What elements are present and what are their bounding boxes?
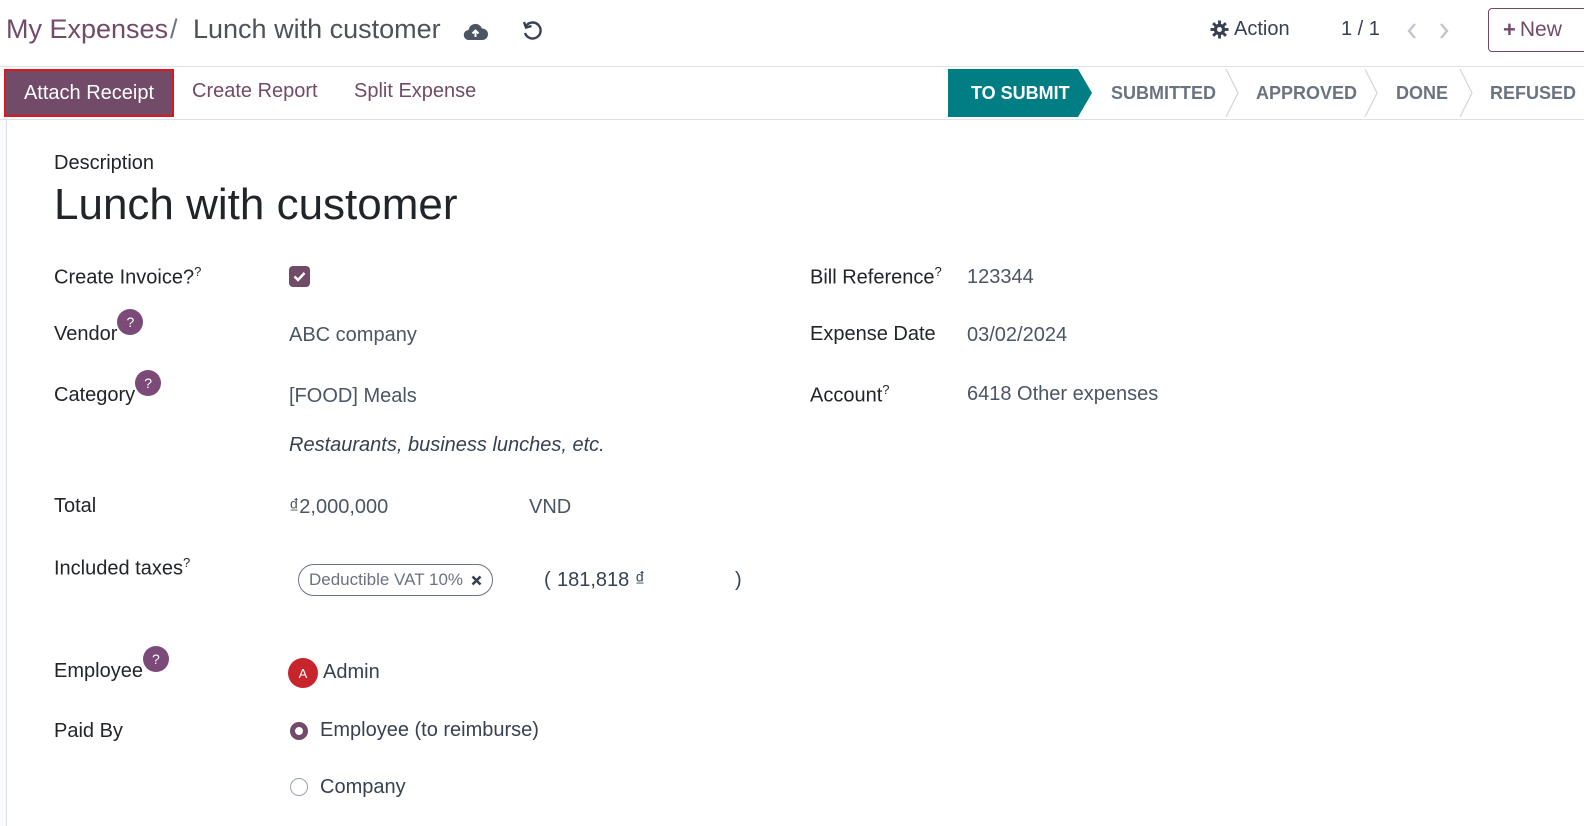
tax-close-paren: ) <box>735 569 742 591</box>
currency-field[interactable]: VND <box>529 496 571 519</box>
bill-reference-field[interactable]: 123344 <box>967 266 1034 289</box>
account-label: Account? <box>810 382 890 407</box>
help-badge-icon[interactable]: ? <box>117 309 144 335</box>
total-label: Total <box>54 495 97 517</box>
tax-amount: 181,818 ₫ <box>557 569 646 591</box>
category-label: Category? <box>54 370 162 410</box>
chevron-left-icon[interactable] <box>1401 18 1423 44</box>
help-mark[interactable]: ? <box>183 555 190 570</box>
action-label: Action <box>1234 18 1290 40</box>
help-mark[interactable]: ? <box>194 264 201 279</box>
new-label: New <box>1519 18 1562 41</box>
create-invoice-label: Create Invoice?? <box>54 264 202 289</box>
description-field[interactable]: Lunch with customer <box>54 180 458 230</box>
avatar: A <box>288 658 318 688</box>
account-field[interactable]: 6418 Other expenses <box>967 383 1158 406</box>
tax-open-paren: ( <box>544 569 551 591</box>
paid-by-employee-radio[interactable] <box>290 722 308 740</box>
status-stage-approved[interactable]: APPROVED <box>1256 69 1357 117</box>
action-menu-button[interactable]: Action <box>1210 18 1290 41</box>
pager-value[interactable]: 1 / 1 <box>1341 18 1380 41</box>
status-stage-to-submit[interactable]: TO SUBMIT <box>971 69 1070 117</box>
status-divider <box>1225 69 1239 117</box>
new-button[interactable]: + New <box>1488 8 1584 52</box>
vendor-field[interactable]: ABC company <box>289 324 417 347</box>
breadcrumb-my-expenses[interactable]: My Expenses <box>6 14 168 45</box>
included-taxes-label: Included taxes? <box>54 555 191 580</box>
paid-by-company-radio[interactable] <box>290 778 308 796</box>
help-badge-icon[interactable]: ? <box>142 646 169 672</box>
employee-field[interactable]: Admin <box>323 661 380 684</box>
cloud-upload-icon[interactable] <box>462 20 488 44</box>
status-divider <box>1459 69 1473 117</box>
category-description: Restaurants, business lunches, etc. <box>289 434 605 456</box>
chevron-right-icon[interactable] <box>1433 18 1455 44</box>
status-divider <box>1364 69 1378 117</box>
remove-tag-icon[interactable] <box>471 575 482 586</box>
description-label: Description <box>54 152 155 174</box>
help-mark[interactable]: ? <box>882 382 889 397</box>
paid-by-company-label[interactable]: Company <box>320 776 406 799</box>
split-expense-button[interactable]: Split Expense <box>354 80 476 103</box>
breadcrumb-current: Lunch with customer <box>193 14 441 44</box>
paid-by-label: Paid By <box>54 720 123 742</box>
paid-by-employee-label[interactable]: Employee (to reimburse) <box>320 719 539 742</box>
tax-tag-label: Deductible VAT 10% <box>309 570 464 589</box>
status-stage-refused[interactable]: REFUSED <box>1490 69 1576 117</box>
category-field[interactable]: [FOOD] Meals <box>289 385 417 408</box>
create-report-button[interactable]: Create Report <box>192 80 318 103</box>
breadcrumb-separator: / <box>170 14 178 44</box>
expense-date-field[interactable]: 03/02/2024 <box>967 324 1067 347</box>
status-bar: TO SUBMIT SUBMITTED APPROVED DONE REFUSE… <box>948 69 1584 117</box>
total-field[interactable]: ₫2,000,000 <box>289 496 388 519</box>
help-badge-icon[interactable]: ? <box>135 370 162 396</box>
vendor-label: Vendor? <box>54 309 144 349</box>
plus-icon: + <box>1503 17 1516 42</box>
status-stage-submitted[interactable]: SUBMITTED <box>1111 69 1216 117</box>
status-stage-done[interactable]: DONE <box>1396 69 1448 117</box>
discard-changes-icon[interactable] <box>520 19 544 43</box>
attach-receipt-button[interactable]: Attach Receipt <box>4 69 174 117</box>
check-icon <box>293 272 306 282</box>
bill-reference-label: Bill Reference? <box>810 264 942 289</box>
tax-tag: Deductible VAT 10% <box>298 564 494 596</box>
help-mark[interactable]: ? <box>935 264 942 279</box>
employee-label: Employee? <box>54 646 169 686</box>
create-invoice-checkbox[interactable] <box>289 266 310 287</box>
expense-date-label: Expense Date <box>810 323 936 345</box>
gear-icon <box>1210 20 1229 39</box>
